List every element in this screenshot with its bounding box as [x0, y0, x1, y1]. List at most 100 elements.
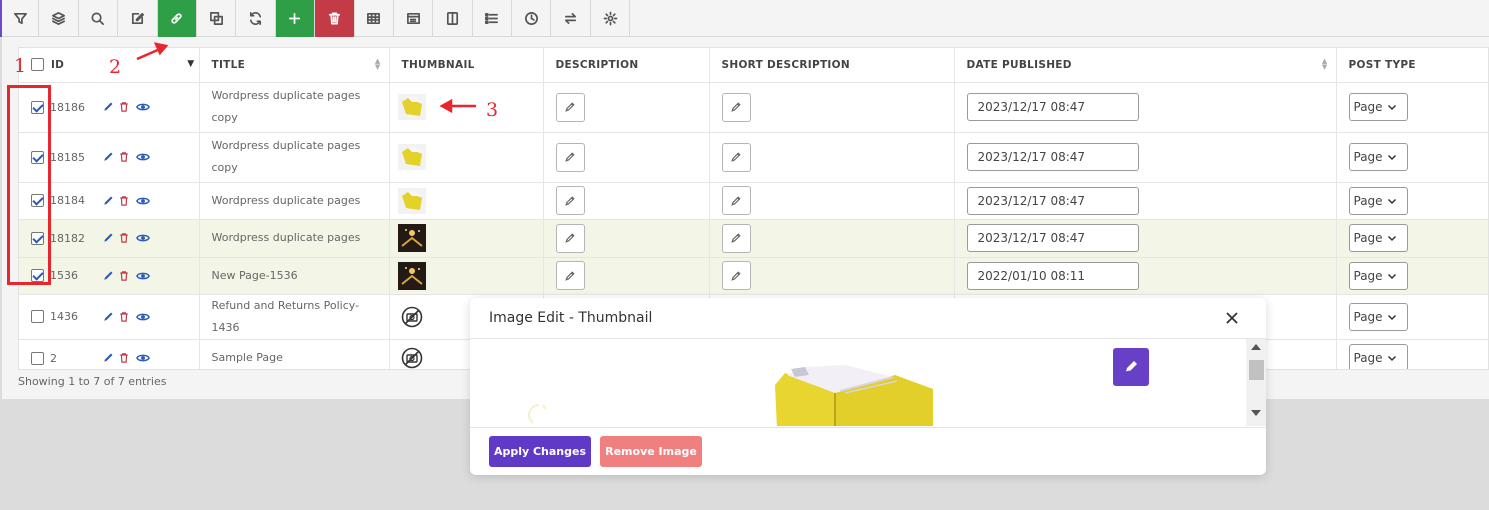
list-button[interactable]	[473, 0, 513, 37]
column-header-post-type[interactable]: POST TYPE	[1336, 48, 1488, 83]
delete-trash-icon[interactable]	[118, 101, 130, 113]
view-eye-icon[interactable]	[134, 150, 152, 164]
scroll-down-arrow[interactable]	[1251, 410, 1261, 416]
edit-short-description-button[interactable]	[721, 223, 751, 253]
filter-button[interactable]	[0, 0, 40, 37]
cell-thumbnail[interactable]	[389, 182, 544, 220]
edit-pencil-icon[interactable]	[102, 101, 114, 113]
column-header-date-published[interactable]: DATE PUBLISHED ▲ ▼	[954, 48, 1337, 83]
delete-trash-icon[interactable]	[118, 195, 130, 207]
post-type-select[interactable]: Page	[1348, 344, 1408, 369]
edit-image-button[interactable]	[1113, 348, 1149, 386]
edit-pencil-icon[interactable]	[102, 232, 114, 244]
annotation-number-2: 2	[109, 56, 122, 78]
table-row[interactable]: 18186 Wordpress duplicate pages copy 2023/…	[19, 82, 1488, 133]
row-title: Wordpress duplicate pages copy	[211, 139, 361, 174]
settings-button[interactable]	[591, 0, 631, 37]
cell-thumbnail[interactable]	[389, 219, 544, 258]
view-eye-icon[interactable]	[134, 351, 152, 365]
scroll-up-arrow[interactable]	[1251, 344, 1261, 350]
row-actions	[102, 194, 152, 208]
bind-edit-button[interactable]	[157, 0, 197, 37]
thumbnail-image[interactable]	[397, 224, 426, 252]
modal-title: Image Edit - Thumbnail	[489, 310, 653, 326]
post-type-select[interactable]: Page	[1348, 224, 1408, 252]
cell-thumbnail[interactable]	[389, 132, 544, 183]
edit-description-button[interactable]	[555, 261, 585, 290]
edit-pencil-icon[interactable]	[102, 352, 114, 364]
delete-trash-icon[interactable]	[118, 270, 130, 282]
view-eye-icon[interactable]	[134, 231, 152, 245]
columns-button[interactable]	[433, 0, 473, 37]
edit-short-description-button[interactable]	[721, 186, 751, 215]
sort-icon[interactable]: ▲ ▼	[1322, 58, 1328, 71]
history-button[interactable]	[512, 0, 552, 37]
edit-button[interactable]	[118, 0, 158, 37]
edit-short-description-button[interactable]	[721, 92, 751, 122]
delete-trash-icon[interactable]	[118, 352, 130, 364]
thumbnail-image[interactable]	[398, 303, 426, 331]
apply-changes-button[interactable]: Apply Changes	[489, 436, 591, 467]
thumbnail-image[interactable]	[397, 187, 426, 215]
edit-description-button[interactable]	[555, 223, 585, 253]
date-published-input[interactable]: 2023/12/17 08:47	[966, 93, 1139, 121]
delete-trash-icon[interactable]	[118, 232, 130, 244]
post-type-select[interactable]: Page	[1348, 186, 1408, 215]
date-published-input[interactable]: 2023/12/17 08:47	[966, 224, 1139, 252]
add-button[interactable]	[275, 0, 316, 37]
spreadsheet-button[interactable]	[394, 0, 434, 37]
view-eye-icon[interactable]	[134, 100, 152, 114]
column-header-short-description[interactable]: SHORT DESCRIPTION	[709, 48, 955, 83]
sort-icon[interactable]: ▲ ▼	[375, 58, 381, 71]
table-button[interactable]	[355, 0, 394, 37]
edit-short-description-button[interactable]	[721, 261, 751, 290]
date-published-input[interactable]: 2023/12/17 08:47	[966, 143, 1139, 171]
modal-scrollbar[interactable]	[1246, 339, 1266, 426]
date-published-input[interactable]: 2023/12/17 08:47	[966, 186, 1139, 215]
layers-button[interactable]	[39, 0, 79, 37]
sort-desc-icon[interactable]: ▼	[187, 59, 194, 69]
search-button[interactable]	[79, 0, 119, 37]
cell-thumbnail[interactable]	[389, 257, 544, 295]
delete-button[interactable]	[315, 0, 355, 37]
remove-image-button[interactable]: Remove Image	[600, 436, 702, 467]
swap-button[interactable]	[551, 0, 591, 37]
post-type-select[interactable]: Page	[1348, 93, 1408, 121]
table-row[interactable]: 18185 Wordpress duplicate pages copy 2023/…	[19, 132, 1488, 183]
cell-thumbnail[interactable]	[389, 82, 544, 133]
table-row[interactable]: 18182 Wordpress duplicate pages 2023/12/17…	[19, 219, 1488, 258]
edit-description-button[interactable]	[555, 92, 585, 122]
edit-pencil-icon[interactable]	[102, 195, 114, 207]
select-all-checkbox[interactable]	[31, 58, 44, 72]
date-published-input[interactable]: 2022/01/10 08:11	[966, 261, 1139, 290]
edit-pencil-icon[interactable]	[102, 270, 114, 282]
thumbnail-image[interactable]	[397, 143, 426, 171]
edit-short-description-button[interactable]	[721, 142, 751, 172]
column-header-title[interactable]: TITLE ▲ ▼	[199, 48, 390, 83]
post-type-select[interactable]: Page	[1348, 302, 1408, 331]
table-row[interactable]: 18184 Wordpress duplicate pages 2023/12/17…	[19, 182, 1488, 220]
delete-trash-icon[interactable]	[118, 311, 130, 323]
thumbnail-image[interactable]	[397, 93, 426, 121]
edit-description-button[interactable]	[555, 142, 585, 172]
edit-description-button[interactable]	[555, 186, 585, 215]
row-checkbox[interactable]	[31, 351, 44, 365]
scroll-thumb[interactable]	[1249, 360, 1264, 380]
thumbnail-image[interactable]	[397, 261, 426, 290]
delete-trash-icon[interactable]	[118, 151, 130, 163]
row-checkbox[interactable]	[31, 310, 44, 323]
post-type-select[interactable]: Page	[1348, 261, 1408, 290]
view-eye-icon[interactable]	[134, 310, 152, 324]
column-header-thumbnail[interactable]: THUMBNAIL	[389, 48, 544, 83]
refresh-button[interactable]	[236, 0, 276, 37]
close-icon[interactable]	[1224, 310, 1240, 326]
edit-pencil-icon[interactable]	[102, 311, 114, 323]
column-header-description[interactable]: DESCRIPTION	[543, 48, 710, 83]
post-type-select[interactable]: Page	[1348, 143, 1408, 171]
thumbnail-image[interactable]	[398, 344, 426, 369]
view-eye-icon[interactable]	[134, 269, 152, 283]
table-row[interactable]: 1536 New Page-1536 2022/01/10 08:11 Page	[19, 257, 1488, 295]
duplicate-button[interactable]	[197, 0, 237, 37]
edit-pencil-icon[interactable]	[102, 151, 114, 163]
view-eye-icon[interactable]	[134, 194, 152, 208]
